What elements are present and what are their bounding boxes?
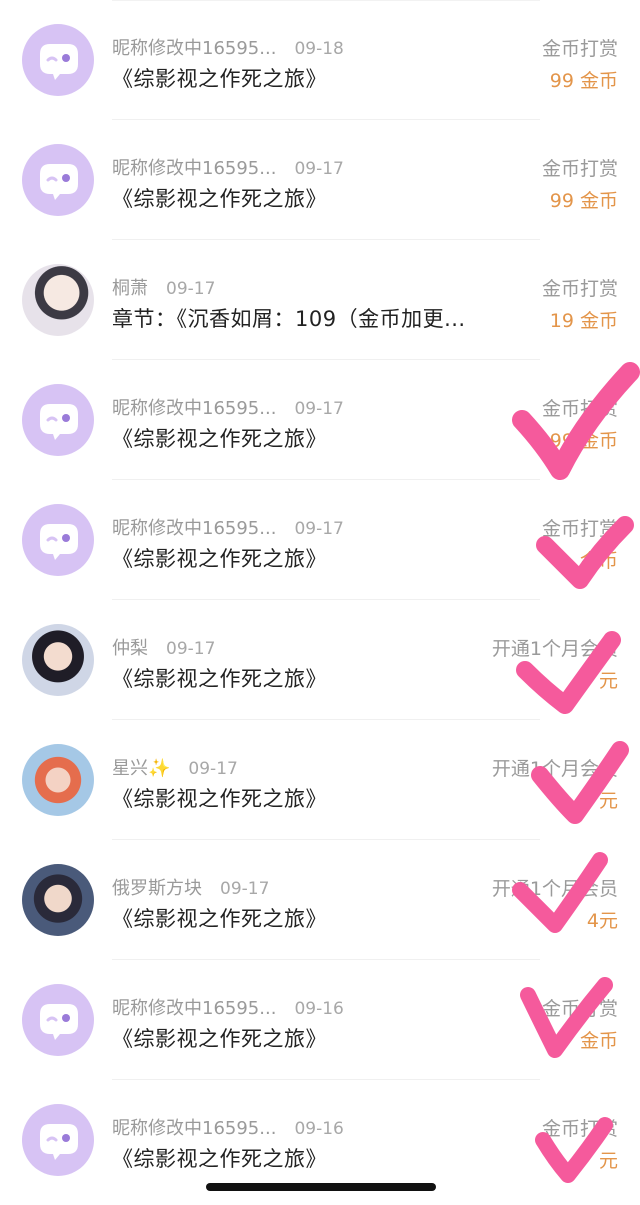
user-name[interactable]: 昵称修改中16595... 09-17 bbox=[112, 154, 344, 180]
date: 09-17 bbox=[166, 279, 216, 299]
transaction-amount: 元 bbox=[598, 670, 618, 692]
default-chat-avatar-icon[interactable] bbox=[22, 144, 94, 216]
list-item[interactable]: 昵称修改中16595... 09-17 《综影视之作死之旅》 金币打赏 99 金币 bbox=[0, 120, 640, 240]
user-name[interactable]: 昵称修改中16595... 09-18 bbox=[112, 34, 344, 60]
transaction-type: 金币打赏 bbox=[541, 1118, 618, 1140]
list-item[interactable]: 昵称修改中16595... 09-17 《综影视之作死之旅》 金币打赏 99 金币 bbox=[0, 360, 640, 480]
transaction-type: 金币打赏 bbox=[541, 398, 618, 420]
default-chat-avatar-icon[interactable] bbox=[22, 504, 94, 576]
user-photo-avatar[interactable] bbox=[22, 744, 94, 816]
transaction-amount: 4元 bbox=[586, 910, 618, 932]
book-title: 《综影视之作死之旅》 bbox=[112, 67, 327, 91]
date: 09-16 bbox=[294, 999, 344, 1019]
date: 09-16 bbox=[294, 1119, 344, 1139]
book-title: 《综影视之作死之旅》 bbox=[112, 187, 327, 211]
transaction-amount: 99 金币 bbox=[549, 430, 618, 452]
date: 09-17 bbox=[294, 399, 344, 419]
list-item[interactable]: 俄罗斯方块 09-17 《综影视之作死之旅》 开通1个月会员 4元 bbox=[0, 840, 640, 960]
transaction-type: 开通1个月会员 bbox=[491, 878, 618, 900]
user-name[interactable]: 昵称修改中16595... 09-17 bbox=[112, 394, 344, 420]
date: 09-17 bbox=[294, 519, 344, 539]
default-chat-avatar-icon[interactable] bbox=[22, 984, 94, 1056]
user-name[interactable]: 昵称修改中16595... 09-17 bbox=[112, 514, 344, 540]
transaction-list: 昵称修改中16595... 09-18 《综影视之作死之旅》 金币打赏 99 金币… bbox=[0, 0, 640, 1200]
date: 09-18 bbox=[294, 39, 344, 59]
user-name[interactable]: 俄罗斯方块 09-17 bbox=[112, 874, 269, 900]
transaction-amount: 金币 bbox=[579, 1030, 618, 1052]
book-title: 《综影视之作死之旅》 bbox=[112, 787, 327, 811]
transaction-type: 金币打赏 bbox=[541, 278, 618, 300]
chapter-title: 章节：《沉香如屑：109（金币加更... bbox=[112, 307, 466, 331]
transaction-amount: 金币 bbox=[579, 550, 618, 572]
transaction-amount: 99 金币 bbox=[549, 70, 618, 92]
list-item[interactable]: 昵称修改中16595... 09-17 《综影视之作死之旅》 金币打赏 金币 bbox=[0, 480, 640, 600]
book-title: 《综影视之作死之旅》 bbox=[112, 547, 327, 571]
list-item[interactable]: 昵称修改中16595... 09-16 《综影视之作死之旅》 金币打赏 金币 bbox=[0, 960, 640, 1080]
book-title: 《综影视之作死之旅》 bbox=[112, 1027, 327, 1051]
book-title: 《综影视之作死之旅》 bbox=[112, 427, 327, 451]
transaction-type: 开通1个月会员 bbox=[491, 758, 618, 780]
user-photo-avatar[interactable] bbox=[22, 624, 94, 696]
book-title: 《综影视之作死之旅》 bbox=[112, 907, 327, 931]
default-chat-avatar-icon[interactable] bbox=[22, 384, 94, 456]
default-chat-avatar-icon[interactable] bbox=[22, 24, 94, 96]
list-item[interactable]: 桐萧 09-17 章节：《沉香如屑：109（金币加更... 金币打赏 19 金币 bbox=[0, 240, 640, 360]
user-name[interactable]: 昵称修改中16595... 09-16 bbox=[112, 994, 344, 1020]
date: 09-17 bbox=[188, 759, 238, 779]
transaction-type: 金币打赏 bbox=[541, 158, 618, 180]
user-name[interactable]: 星兴✨ 09-17 bbox=[112, 754, 238, 780]
list-item[interactable]: 昵称修改中16595... 09-16 《综影视之作死之旅》 金币打赏 元 bbox=[0, 1080, 640, 1200]
user-name[interactable]: 桐萧 09-17 bbox=[112, 274, 215, 300]
user-name[interactable]: 昵称修改中16595... 09-16 bbox=[112, 1114, 344, 1140]
transaction-amount: 19 金币 bbox=[549, 310, 618, 332]
transaction-type: 金币打赏 bbox=[541, 518, 618, 540]
date: 09-17 bbox=[166, 639, 216, 659]
transaction-type: 金币打赏 bbox=[541, 38, 618, 60]
transaction-amount: 元 bbox=[598, 1150, 618, 1172]
home-indicator[interactable] bbox=[206, 1183, 436, 1191]
user-photo-avatar[interactable] bbox=[22, 864, 94, 936]
user-photo-avatar[interactable] bbox=[22, 264, 94, 336]
transaction-amount: 99 金币 bbox=[549, 190, 618, 212]
transaction-amount: 元 bbox=[598, 790, 618, 812]
transaction-type: 金币打赏 bbox=[541, 998, 618, 1020]
list-item[interactable]: 仲梨 09-17 《综影视之作死之旅》 开通1个月会员 元 bbox=[0, 600, 640, 720]
book-title: 《综影视之作死之旅》 bbox=[112, 1147, 327, 1171]
user-name[interactable]: 仲梨 09-17 bbox=[112, 634, 215, 660]
list-item[interactable]: 昵称修改中16595... 09-18 《综影视之作死之旅》 金币打赏 99 金币 bbox=[0, 0, 640, 120]
date: 09-17 bbox=[220, 879, 270, 899]
date: 09-17 bbox=[294, 159, 344, 179]
default-chat-avatar-icon[interactable] bbox=[22, 1104, 94, 1176]
book-title: 《综影视之作死之旅》 bbox=[112, 667, 327, 691]
list-item[interactable]: 星兴✨ 09-17 《综影视之作死之旅》 开通1个月会员 元 bbox=[0, 720, 640, 840]
transaction-type: 开通1个月会员 bbox=[491, 638, 618, 660]
